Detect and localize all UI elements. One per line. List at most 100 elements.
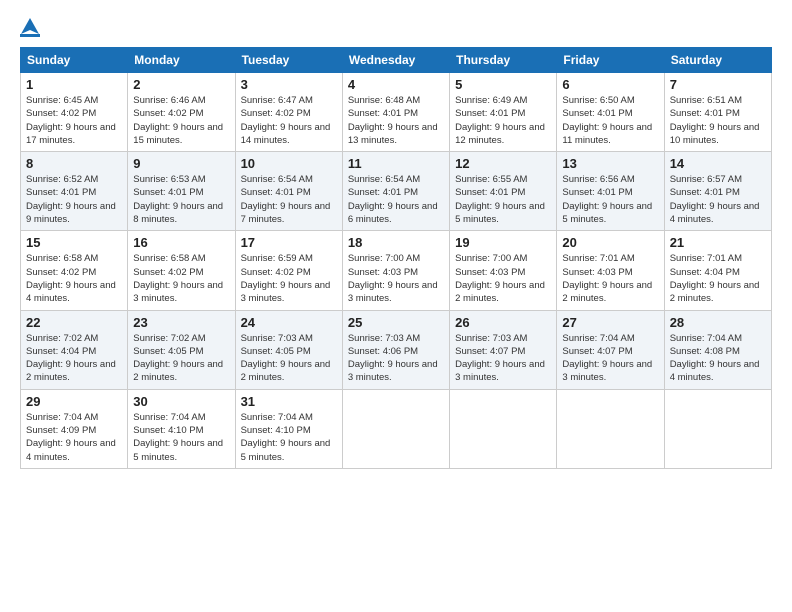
day-detail: Sunrise: 7:02 AMSunset: 4:04 PMDaylight:…	[26, 332, 122, 385]
day-number: 1	[26, 77, 122, 92]
day-detail: Sunrise: 6:53 AMSunset: 4:01 PMDaylight:…	[133, 173, 229, 226]
day-number: 22	[26, 315, 122, 330]
day-detail: Sunrise: 6:49 AMSunset: 4:01 PMDaylight:…	[455, 94, 551, 147]
day-detail: Sunrise: 6:54 AMSunset: 4:01 PMDaylight:…	[241, 173, 337, 226]
calendar-cell: 2 Sunrise: 6:46 AMSunset: 4:02 PMDaylight…	[128, 73, 235, 152]
day-detail: Sunrise: 6:48 AMSunset: 4:01 PMDaylight:…	[348, 94, 444, 147]
day-detail: Sunrise: 6:57 AMSunset: 4:01 PMDaylight:…	[670, 173, 766, 226]
day-detail: Sunrise: 7:01 AMSunset: 4:03 PMDaylight:…	[562, 252, 658, 305]
calendar-cell: 26 Sunrise: 7:03 AMSunset: 4:07 PMDayligh…	[450, 310, 557, 389]
day-detail: Sunrise: 6:58 AMSunset: 4:02 PMDaylight:…	[26, 252, 122, 305]
day-number: 21	[670, 235, 766, 250]
calendar-cell: 30 Sunrise: 7:04 AMSunset: 4:10 PMDayligh…	[128, 389, 235, 468]
calendar-cell: 9Sunrise: 6:53 AMSunset: 4:01 PMDaylight…	[128, 152, 235, 231]
day-number: 12	[455, 156, 551, 171]
week-row-4: 22 Sunrise: 7:02 AMSunset: 4:04 PMDayligh…	[21, 310, 772, 389]
calendar-cell: 14 Sunrise: 6:57 AMSunset: 4:01 PMDayligh…	[664, 152, 771, 231]
calendar-cell: 16 Sunrise: 6:58 AMSunset: 4:02 PMDayligh…	[128, 231, 235, 310]
weekday-header-saturday: Saturday	[664, 48, 771, 73]
calendar-cell: 20 Sunrise: 7:01 AMSunset: 4:03 PMDayligh…	[557, 231, 664, 310]
week-row-3: 15 Sunrise: 6:58 AMSunset: 4:02 PMDayligh…	[21, 231, 772, 310]
calendar-cell	[342, 389, 449, 468]
day-number: 13	[562, 156, 658, 171]
day-detail: Sunrise: 6:58 AMSunset: 4:02 PMDaylight:…	[133, 252, 229, 305]
day-number: 8	[26, 156, 122, 171]
day-detail: Sunrise: 6:51 AMSunset: 4:01 PMDaylight:…	[670, 94, 766, 147]
day-number: 27	[562, 315, 658, 330]
weekday-header-friday: Friday	[557, 48, 664, 73]
day-number: 20	[562, 235, 658, 250]
week-row-2: 8 Sunrise: 6:52 AMSunset: 4:01 PMDaylight…	[21, 152, 772, 231]
calendar-cell: 4 Sunrise: 6:48 AMSunset: 4:01 PMDaylight…	[342, 73, 449, 152]
calendar-cell: 10 Sunrise: 6:54 AMSunset: 4:01 PMDayligh…	[235, 152, 342, 231]
calendar-cell	[450, 389, 557, 468]
day-detail: Sunrise: 7:04 AMSunset: 4:10 PMDaylight:…	[133, 411, 229, 464]
day-number: 10	[241, 156, 337, 171]
day-detail: Sunrise: 6:50 AMSunset: 4:01 PMDaylight:…	[562, 94, 658, 147]
calendar-page: SundayMondayTuesdayWednesdayThursdayFrid…	[0, 0, 792, 612]
day-number: 16	[133, 235, 229, 250]
calendar-cell: 28 Sunrise: 7:04 AMSunset: 4:08 PMDayligh…	[664, 310, 771, 389]
calendar-cell: 12 Sunrise: 6:55 AMSunset: 4:01 PMDayligh…	[450, 152, 557, 231]
day-detail: Sunrise: 6:52 AMSunset: 4:01 PMDaylight:…	[26, 173, 122, 226]
day-detail: Sunrise: 6:46 AMSunset: 4:02 PMDaylight:…	[133, 94, 229, 147]
weekday-header-tuesday: Tuesday	[235, 48, 342, 73]
day-number: 6	[562, 77, 658, 92]
calendar-cell: 8 Sunrise: 6:52 AMSunset: 4:01 PMDaylight…	[21, 152, 128, 231]
day-number: 11	[348, 156, 444, 171]
weekday-header-monday: Monday	[128, 48, 235, 73]
day-number: 28	[670, 315, 766, 330]
calendar-cell: 21 Sunrise: 7:01 AMSunset: 4:04 PMDayligh…	[664, 231, 771, 310]
day-number: 26	[455, 315, 551, 330]
weekday-header-row: SundayMondayTuesdayWednesdayThursdayFrid…	[21, 48, 772, 73]
day-number: 18	[348, 235, 444, 250]
day-number: 24	[241, 315, 337, 330]
calendar-cell: 17 Sunrise: 6:59 AMSunset: 4:02 PMDayligh…	[235, 231, 342, 310]
day-number: 31	[241, 394, 337, 409]
day-detail: Sunrise: 7:01 AMSunset: 4:04 PMDaylight:…	[670, 252, 766, 305]
day-number: 2	[133, 77, 229, 92]
day-number: 29	[26, 394, 122, 409]
day-detail: Sunrise: 7:04 AMSunset: 4:08 PMDaylight:…	[670, 332, 766, 385]
day-number: 23	[133, 315, 229, 330]
day-detail: Sunrise: 6:59 AMSunset: 4:02 PMDaylight:…	[241, 252, 337, 305]
logo	[20, 16, 40, 37]
weekday-header-thursday: Thursday	[450, 48, 557, 73]
calendar-cell	[664, 389, 771, 468]
day-detail: Sunrise: 7:03 AMSunset: 4:06 PMDaylight:…	[348, 332, 444, 385]
calendar-cell: 5 Sunrise: 6:49 AMSunset: 4:01 PMDaylight…	[450, 73, 557, 152]
calendar-cell: 6 Sunrise: 6:50 AMSunset: 4:01 PMDaylight…	[557, 73, 664, 152]
calendar-cell: 27Sunrise: 7:04 AMSunset: 4:07 PMDayligh…	[557, 310, 664, 389]
calendar-cell: 22 Sunrise: 7:02 AMSunset: 4:04 PMDayligh…	[21, 310, 128, 389]
calendar-table: SundayMondayTuesdayWednesdayThursdayFrid…	[20, 47, 772, 469]
day-number: 30	[133, 394, 229, 409]
week-row-5: 29 Sunrise: 7:04 AMSunset: 4:09 PMDayligh…	[21, 389, 772, 468]
calendar-cell: 7 Sunrise: 6:51 AMSunset: 4:01 PMDaylight…	[664, 73, 771, 152]
calendar-cell: 3 Sunrise: 6:47 AMSunset: 4:02 PMDaylight…	[235, 73, 342, 152]
calendar-cell: 18 Sunrise: 7:00 AMSunset: 4:03 PMDayligh…	[342, 231, 449, 310]
day-number: 4	[348, 77, 444, 92]
calendar-cell: 11Sunrise: 6:54 AMSunset: 4:01 PMDayligh…	[342, 152, 449, 231]
day-number: 3	[241, 77, 337, 92]
day-detail: Sunrise: 7:03 AMSunset: 4:07 PMDaylight:…	[455, 332, 551, 385]
day-detail: Sunrise: 6:56 AMSunset: 4:01 PMDaylight:…	[562, 173, 658, 226]
day-number: 17	[241, 235, 337, 250]
day-detail: Sunrise: 7:00 AMSunset: 4:03 PMDaylight:…	[348, 252, 444, 305]
day-number: 19	[455, 235, 551, 250]
day-detail: Sunrise: 6:47 AMSunset: 4:02 PMDaylight:…	[241, 94, 337, 147]
week-row-1: 1Sunrise: 6:45 AMSunset: 4:02 PMDaylight…	[21, 73, 772, 152]
day-detail: Sunrise: 7:00 AMSunset: 4:03 PMDaylight:…	[455, 252, 551, 305]
day-detail: Sunrise: 7:04 AMSunset: 4:10 PMDaylight:…	[241, 411, 337, 464]
calendar-cell: 19 Sunrise: 7:00 AMSunset: 4:03 PMDayligh…	[450, 231, 557, 310]
day-number: 7	[670, 77, 766, 92]
calendar-cell: 24Sunrise: 7:03 AMSunset: 4:05 PMDayligh…	[235, 310, 342, 389]
day-number: 15	[26, 235, 122, 250]
day-detail: Sunrise: 7:04 AMSunset: 4:09 PMDaylight:…	[26, 411, 122, 464]
day-number: 5	[455, 77, 551, 92]
calendar-cell: 1Sunrise: 6:45 AMSunset: 4:02 PMDaylight…	[21, 73, 128, 152]
calendar-cell: 29 Sunrise: 7:04 AMSunset: 4:09 PMDayligh…	[21, 389, 128, 468]
calendar-cell: 15 Sunrise: 6:58 AMSunset: 4:02 PMDayligh…	[21, 231, 128, 310]
day-detail: Sunrise: 6:55 AMSunset: 4:01 PMDaylight:…	[455, 173, 551, 226]
calendar-cell: 31 Sunrise: 7:04 AMSunset: 4:10 PMDayligh…	[235, 389, 342, 468]
day-number: 14	[670, 156, 766, 171]
